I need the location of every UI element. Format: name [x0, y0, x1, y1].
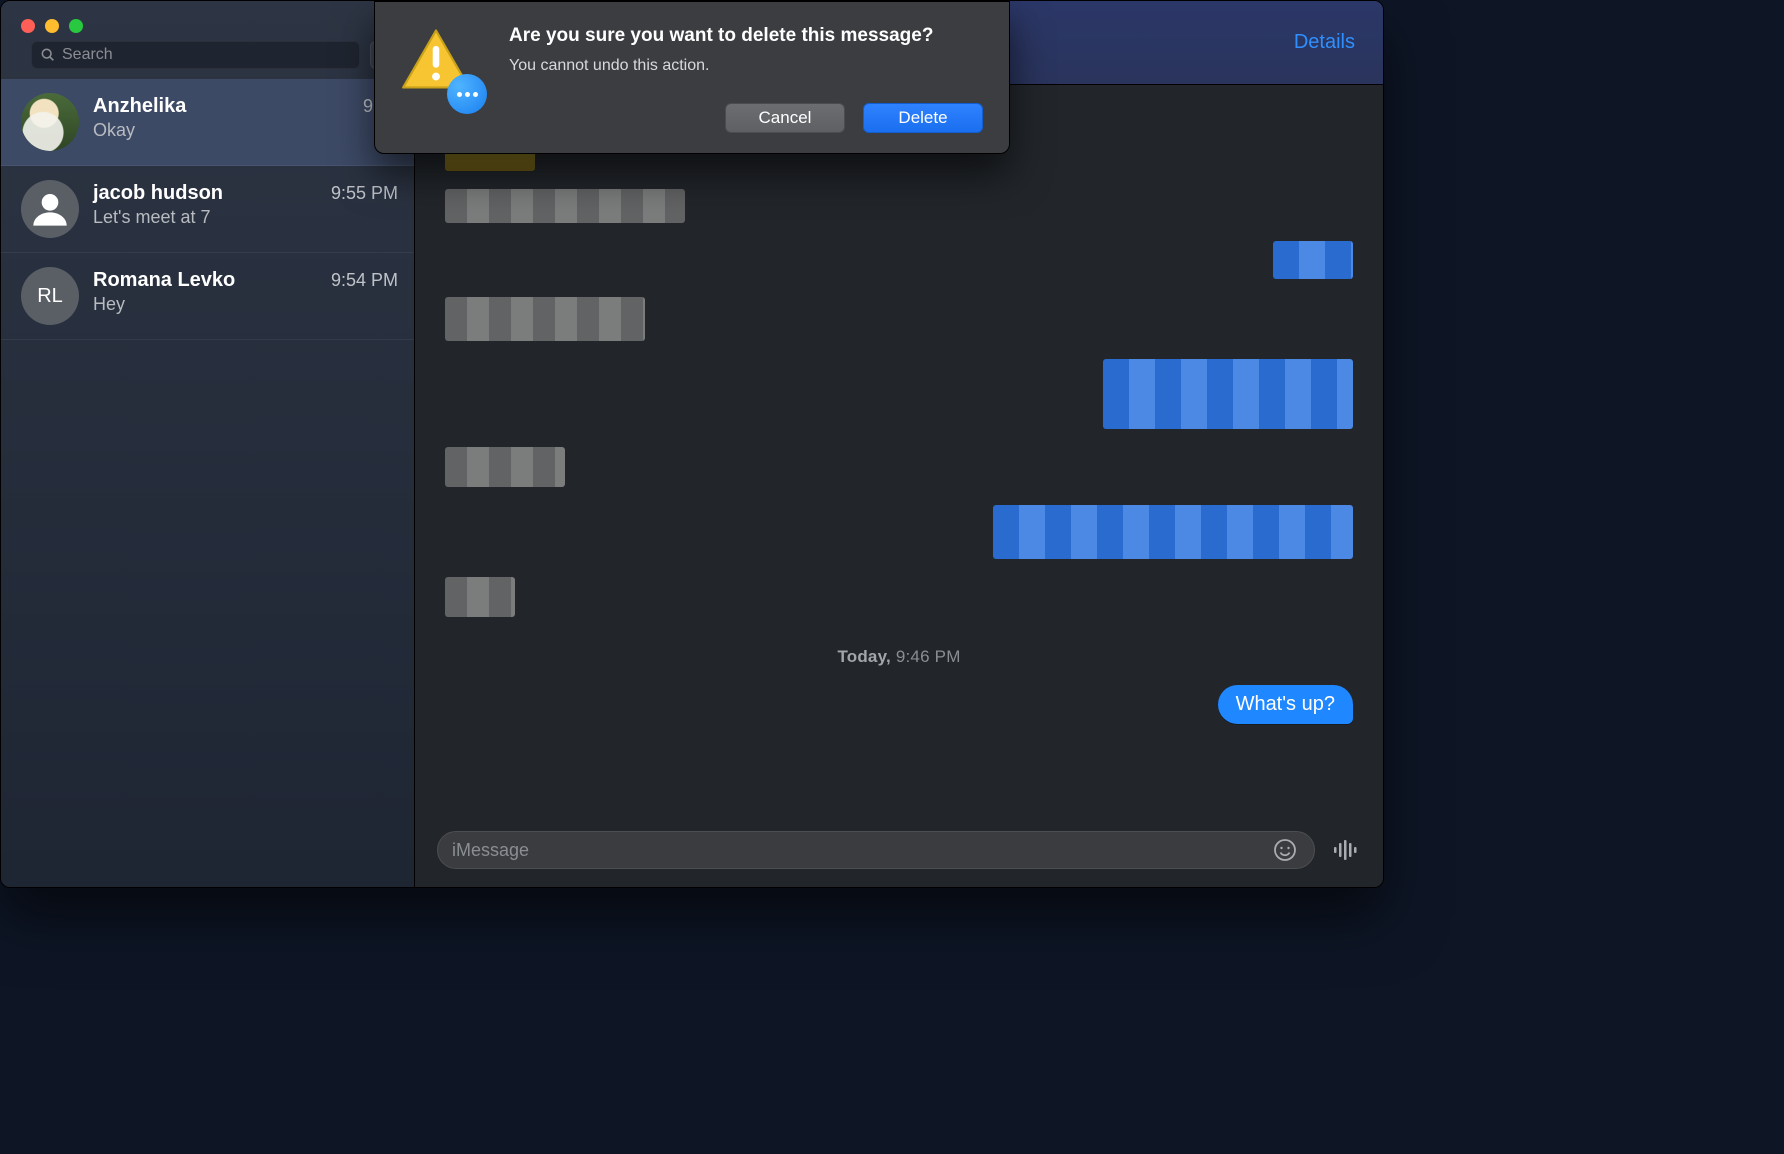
search-field[interactable]	[31, 41, 360, 69]
delete-button[interactable]: Delete	[863, 103, 983, 133]
search-bar	[31, 41, 402, 69]
conversation-name: Anzhelika	[93, 95, 186, 118]
cancel-button[interactable]: Cancel	[725, 103, 845, 133]
window-zoom-button[interactable]	[69, 19, 83, 33]
conversation-preview: Okay	[93, 120, 398, 141]
avatar-initials: RL	[37, 285, 63, 308]
message-composer	[415, 819, 1383, 887]
thread-timestamp: Today, 9:46 PM	[445, 647, 1353, 667]
compose-field[interactable]	[437, 831, 1315, 869]
conversation-list: Anzhelika 9:56 Okay jacob hudson 9:55 PM…	[1, 79, 414, 887]
compose-input[interactable]	[452, 840, 1270, 861]
emoji-picker-button[interactable]	[1270, 835, 1300, 865]
delete-confirmation-dialog: Are you sure you want to delete this mes…	[374, 1, 1010, 154]
avatar	[21, 93, 79, 151]
dialog-body: You cannot undo this action.	[509, 57, 983, 75]
conversation-row[interactable]: Anzhelika 9:56 Okay	[1, 79, 414, 166]
audio-message-button[interactable]	[1331, 835, 1361, 865]
dialog-icon	[401, 24, 489, 133]
search-icon	[40, 47, 56, 63]
window-traffic-lights	[21, 19, 83, 33]
conversations-sidebar: Anzhelika 9:56 Okay jacob hudson 9:55 PM…	[1, 1, 415, 887]
conversation-preview: Let's meet at 7	[93, 207, 398, 228]
messages-app-window: Anzhelika 9:56 Okay jacob hudson 9:55 PM…	[0, 0, 1384, 888]
conversation-time: 9:54 PM	[323, 270, 398, 291]
dialog-title: Are you sure you want to delete this mes…	[509, 24, 983, 49]
conversation-row[interactable]: jacob hudson 9:55 PM Let's meet at 7	[1, 166, 414, 253]
avatar: RL	[21, 267, 79, 325]
avatar	[21, 180, 79, 238]
messages-app-icon	[447, 74, 487, 114]
conversation-name: Romana Levko	[93, 269, 235, 292]
conversation-time: 9:55 PM	[323, 183, 398, 204]
message-thread[interactable]: Today, 9:46 PM What's up?	[415, 85, 1383, 819]
window-minimize-button[interactable]	[45, 19, 59, 33]
details-link[interactable]: Details	[1294, 31, 1355, 54]
message-row-sent: What's up?	[445, 685, 1353, 724]
search-input[interactable]	[62, 46, 351, 64]
conversation-preview: Hey	[93, 294, 398, 315]
window-close-button[interactable]	[21, 19, 35, 33]
sent-message-bubble[interactable]: What's up?	[1218, 685, 1353, 724]
conversation-row[interactable]: RL Romana Levko 9:54 PM Hey	[1, 253, 414, 340]
conversation-name: jacob hudson	[93, 182, 223, 205]
